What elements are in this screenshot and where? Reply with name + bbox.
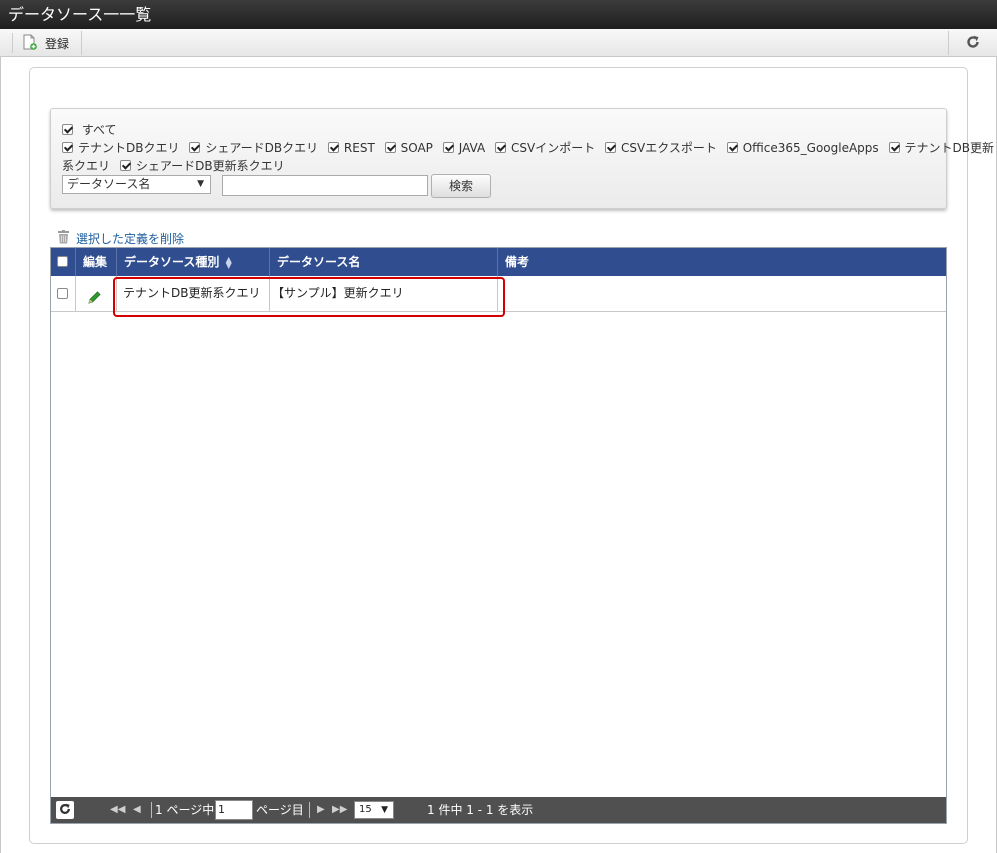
checkbox[interactable] — [726, 142, 738, 153]
col-type[interactable]: データソース種別 ▲ ▼ — [117, 248, 270, 276]
refresh-icon — [966, 35, 980, 52]
prev-page-icon[interactable]: ◀ — [133, 797, 141, 823]
page-suffix: ページ目 — [256, 803, 304, 817]
type-filters-line1: テナントDBクエリ シェアードDBクエリ REST SOAP JAVA CSVイ… — [62, 139, 994, 156]
filter-csv-import[interactable]: CSVインポート — [494, 141, 596, 155]
pager-separator — [309, 802, 310, 818]
data-grid: 編集 データソース種別 ▲ ▼ データソース名 備考 テナントDB更新系クエリ 【… — [50, 247, 947, 824]
checkbox[interactable] — [189, 142, 201, 153]
grid-refresh-button[interactable] — [56, 801, 74, 819]
result-summary: 1 件中 1 - 1 を表示 — [427, 803, 534, 817]
checkbox[interactable] — [888, 142, 900, 153]
filter-office365-googleapps[interactable]: Office365_GoogleApps — [726, 141, 879, 155]
type-filters-line2: 系クエリ シェアードDB更新系クエリ — [62, 157, 291, 174]
delete-selected-label: 選択した定義を削除 — [76, 232, 185, 246]
refresh-icon — [59, 803, 71, 818]
pager: ◀◀ ◀ 1 ページ中 1 ページ目 ▶ ▶▶ 15 ▼ 1 件中 1 - 1 … — [51, 797, 946, 823]
filter-soap[interactable]: SOAP — [384, 141, 433, 155]
filter-tenant-db-update[interactable]: テナントDB更新 — [888, 141, 994, 155]
last-page-icon[interactable]: ▶▶ — [332, 797, 347, 823]
filter-label: テナントDBクエリ — [78, 141, 180, 155]
filter-label: Office365_GoogleApps — [742, 141, 879, 155]
filter-tenant-db-query[interactable]: テナントDBクエリ — [62, 141, 179, 155]
new-document-icon — [23, 34, 37, 53]
col-name: データソース名 — [270, 248, 498, 276]
row-note — [498, 276, 946, 311]
filter-label: CSVエクスポート — [621, 141, 717, 155]
per-page-value: 15 — [359, 804, 372, 815]
sort-icon[interactable]: ▲ ▼ — [226, 255, 232, 269]
search-field-select[interactable]: データソース名 ▼ — [62, 175, 211, 194]
filter-all-label: すべて — [81, 123, 117, 137]
filter-label: CSVインポート — [510, 141, 596, 155]
delete-selected-link[interactable]: 選択した定義を削除 — [57, 230, 184, 247]
checkbox[interactable] — [119, 160, 131, 171]
row-type: テナントDB更新系クエリ — [117, 276, 270, 311]
filter-label: JAVA — [458, 141, 486, 155]
filter-java[interactable]: JAVA — [442, 141, 486, 155]
row-select-cell — [51, 276, 76, 311]
checkbox[interactable] — [327, 142, 339, 153]
row-edit-cell — [76, 276, 117, 311]
checkbox[interactable] — [62, 142, 73, 153]
row-name: 【サンプル】更新クエリ — [270, 276, 498, 311]
checkbox[interactable] — [442, 142, 454, 153]
checkbox[interactable] — [494, 142, 506, 153]
filter-label: SOAP — [400, 141, 433, 155]
filter-csv-export[interactable]: CSVエクスポート — [605, 141, 717, 155]
refresh-button[interactable] — [948, 31, 997, 55]
filter-shared-db-update[interactable]: シェアードDB更新系クエリ — [119, 159, 285, 173]
filter-rest[interactable]: REST — [327, 141, 375, 155]
search-field-value: データソース名 — [67, 177, 151, 191]
dropdown-arrow-icon: ▼ — [197, 179, 204, 189]
register-button[interactable]: 登録 — [13, 31, 82, 55]
filter-label: テナントDB更新 — [904, 141, 994, 155]
page-number-input[interactable]: 1 — [215, 800, 253, 820]
page-prefix: 1 ページ中 — [155, 803, 215, 817]
col-type-label: データソース種別 — [124, 255, 220, 269]
filter-shared-db-query[interactable]: シェアードDBクエリ — [189, 141, 318, 155]
toolbar: 登録 — [0, 29, 997, 57]
next-page-icon[interactable]: ▶ — [317, 797, 325, 823]
select-all-cell — [51, 248, 76, 276]
grid-header: 編集 データソース種別 ▲ ▼ データソース名 備考 — [51, 248, 946, 276]
filter-label: シェアードDBクエリ — [205, 141, 319, 155]
filter-label: REST — [343, 141, 375, 155]
filter-label-continued: 系クエリ — [62, 159, 111, 173]
checkbox-all[interactable] — [62, 124, 73, 135]
search-panel: すべて テナントDBクエリ シェアードDBクエリ REST SOAP JAVA … — [50, 108, 994, 209]
first-page-icon[interactable]: ◀◀ — [110, 797, 125, 823]
trash-icon — [57, 230, 70, 247]
col-note: 備考 — [505, 255, 530, 269]
window-title: データソース一一覧 — [0, 0, 997, 29]
filter-all[interactable]: すべて — [62, 121, 117, 138]
table-row[interactable]: テナントDB更新系クエリ 【サンプル】更新クエリ — [51, 276, 946, 312]
search-button[interactable]: 検索 — [431, 174, 491, 198]
checkbox[interactable] — [384, 142, 396, 153]
dropdown-arrow-icon: ▼ — [381, 805, 388, 815]
pager-separator — [151, 802, 152, 818]
per-page-select[interactable]: 15 ▼ — [354, 801, 394, 819]
checkbox[interactable] — [605, 142, 617, 153]
register-label: 登録 — [45, 36, 70, 51]
row-checkbox[interactable] — [57, 288, 68, 299]
filter-label: シェアードDB更新系クエリ — [135, 159, 285, 173]
col-edit: 編集 — [76, 248, 117, 276]
keyword-input[interactable] — [222, 175, 428, 196]
select-all-checkbox[interactable] — [57, 256, 68, 267]
edit-pencil-icon[interactable] — [86, 285, 102, 320]
